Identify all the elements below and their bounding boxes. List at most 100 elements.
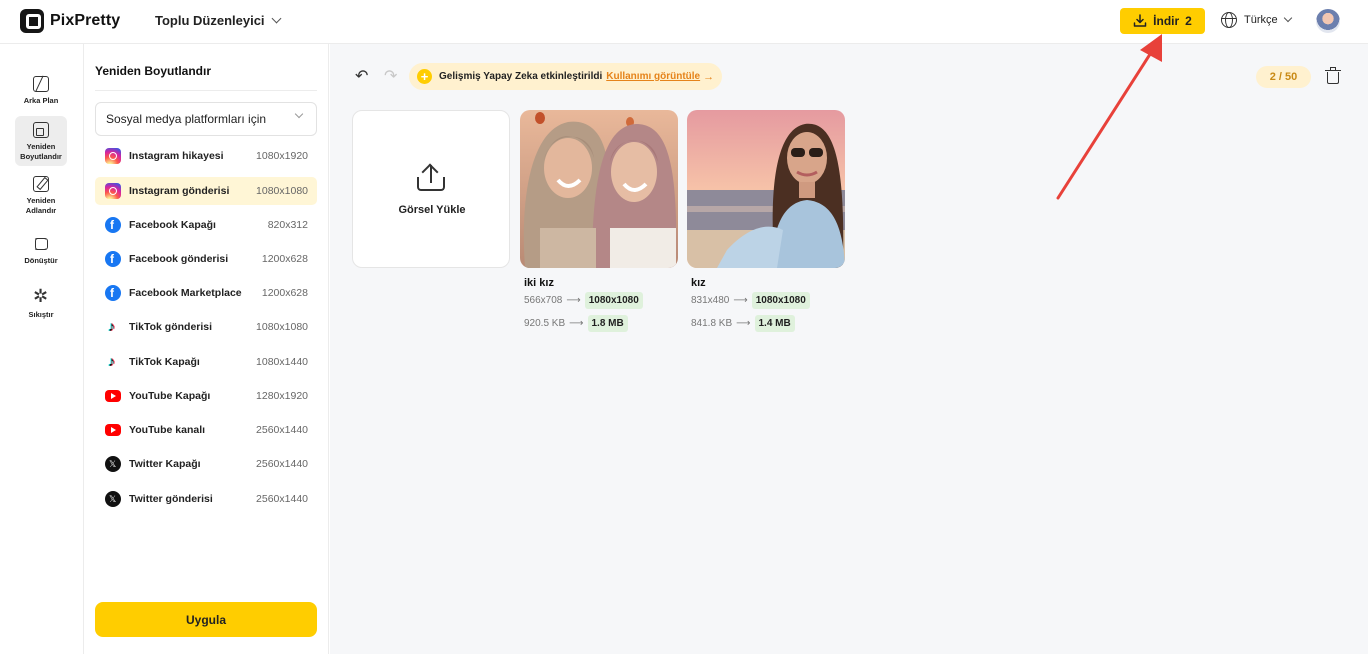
preset-size: 1280x1920 bbox=[256, 390, 308, 402]
image-thumbnail[interactable] bbox=[687, 110, 845, 268]
preset-instagram-story[interactable]: Instagram hikayesi 1080x1920 bbox=[95, 142, 317, 170]
original-dimensions: 566x708 bbox=[524, 295, 563, 306]
preset-instagram-post[interactable]: Instagram gönderisi 1080x1080 bbox=[95, 177, 317, 205]
preset-twitter-post[interactable]: Twitter gönderisi 2560x1440 bbox=[95, 485, 317, 513]
editor-mode-dropdown[interactable]: Toplu Düzenleyici bbox=[155, 13, 282, 28]
preset-youtube-cover[interactable]: YouTube Kapağı 1280x1920 bbox=[95, 382, 317, 410]
image-dimensions: 831x480 ⟶ 1080x1080 bbox=[691, 292, 810, 309]
facebook-icon bbox=[105, 285, 121, 301]
new-size-badge: 1.8 MB bbox=[587, 315, 628, 332]
panel-title: Yeniden Boyutlandır bbox=[95, 64, 212, 78]
editor-mode-label: Toplu Düzenleyici bbox=[155, 13, 265, 28]
new-dimensions-badge: 1080x1080 bbox=[751, 292, 810, 309]
edit-icon bbox=[33, 176, 49, 192]
arrow-right-icon: ⟶ bbox=[736, 318, 751, 329]
undo-icon[interactable]: ↶ bbox=[355, 69, 371, 85]
workspace: ↶ ↷ + Gelişmiş Yapay Zeka etkinleştirild… bbox=[330, 44, 1368, 654]
language-selector[interactable]: Türkçe bbox=[1221, 12, 1292, 28]
preset-size: 2560x1440 bbox=[256, 493, 308, 505]
platform-dropdown-value: Sosyal medya platformları için bbox=[106, 112, 267, 126]
convert-icon bbox=[33, 236, 49, 252]
two-girls-photo bbox=[520, 110, 678, 268]
user-avatar[interactable] bbox=[1316, 9, 1340, 33]
resize-icon bbox=[33, 122, 49, 138]
preset-name: YouTube kanalı bbox=[129, 424, 206, 436]
preset-twitter-cover[interactable]: Twitter Kapağı 2560x1440 bbox=[95, 450, 317, 478]
image-thumbnail[interactable] bbox=[520, 110, 678, 268]
app-name: PixPretty bbox=[50, 12, 121, 29]
image-file-size: 841.8 KB ⟶ 1.4 MB bbox=[691, 315, 795, 332]
x-icon bbox=[105, 491, 121, 507]
arrow-right-icon: → bbox=[703, 70, 715, 83]
new-size-badge: 1.4 MB bbox=[754, 315, 795, 332]
tiktok-icon bbox=[105, 318, 121, 335]
preset-size: 1080x1920 bbox=[256, 150, 308, 162]
chevron-down-icon bbox=[271, 13, 282, 24]
preset-name: Facebook Marketplace bbox=[129, 287, 242, 299]
top-bar: PixPretty Toplu Düzenleyici İndir 2 Türk… bbox=[0, 0, 1368, 44]
preset-name: Facebook gönderisi bbox=[129, 253, 229, 265]
preset-size: 820x312 bbox=[267, 219, 308, 231]
rail-item-convert[interactable]: Dönüştür bbox=[15, 230, 67, 266]
view-usage-link[interactable]: Kullanımı görüntüle bbox=[606, 71, 700, 82]
language-label: Türkçe bbox=[1244, 14, 1278, 26]
youtube-icon bbox=[105, 424, 121, 436]
preset-youtube-channel[interactable]: YouTube kanalı 2560x1440 bbox=[95, 416, 317, 444]
rail-item-compress[interactable]: Sıkıştır bbox=[15, 284, 67, 320]
image-file-size: 920.5 KB ⟶ 1.8 MB bbox=[524, 315, 628, 332]
chevron-down-icon bbox=[1283, 13, 1292, 23]
original-size: 920.5 KB bbox=[524, 318, 566, 329]
new-dimensions-badge: 1080x1080 bbox=[584, 292, 643, 309]
rail-item-resize[interactable]: Yeniden Boyutlandır bbox=[15, 116, 67, 166]
ai-status-text: Gelişmiş Yapay Zeka etkinleştirildi bbox=[439, 71, 603, 82]
upload-label: Görsel Yükle bbox=[398, 204, 466, 216]
preset-name: YouTube Kapağı bbox=[129, 390, 211, 402]
upload-icon bbox=[416, 163, 446, 193]
preset-facebook-marketplace[interactable]: Facebook Marketplace 1200x628 bbox=[95, 279, 317, 307]
rail-item-background[interactable]: Arka Plan bbox=[15, 70, 67, 106]
preset-facebook-post[interactable]: Facebook gönderisi 1200x628 bbox=[95, 245, 317, 273]
image-name: iki kız bbox=[524, 277, 554, 289]
trash-icon[interactable] bbox=[1325, 67, 1341, 84]
preset-tiktok-post[interactable]: TikTok gönderisi 1080x1080 bbox=[95, 313, 317, 341]
globe-icon bbox=[1221, 12, 1237, 28]
preset-size: 1200x628 bbox=[261, 287, 308, 299]
download-button[interactable]: İndir 2 bbox=[1120, 8, 1205, 34]
facebook-icon bbox=[105, 251, 121, 267]
preset-size: 1080x1080 bbox=[256, 321, 308, 333]
preset-facebook-cover[interactable]: Facebook Kapağı 820x312 bbox=[95, 211, 317, 239]
preset-tiktok-cover[interactable]: TikTok Kapağı 1080x1440 bbox=[95, 348, 317, 376]
instagram-icon bbox=[105, 183, 121, 199]
rail-item-label: Yeniden Boyutlandır bbox=[20, 142, 62, 161]
tool-rail: Arka Plan Yeniden Boyutlandır Yeniden Ad… bbox=[0, 44, 84, 654]
rail-item-label: Dönüştür bbox=[24, 256, 58, 265]
tiktok-icon bbox=[105, 353, 121, 370]
preset-name: TikTok gönderisi bbox=[129, 321, 213, 333]
preset-name: Twitter gönderisi bbox=[129, 493, 213, 505]
youtube-icon bbox=[105, 390, 121, 402]
apply-button[interactable]: Uygula bbox=[95, 602, 317, 637]
plus-icon: + bbox=[417, 69, 432, 84]
image-dimensions: 566x708 ⟶ 1080x1080 bbox=[524, 292, 643, 309]
upload-image-card[interactable]: Görsel Yükle bbox=[352, 110, 510, 268]
preset-name: Twitter Kapağı bbox=[129, 458, 201, 470]
download-label: İndir bbox=[1153, 14, 1180, 28]
arrow-right-icon: ⟶ bbox=[566, 295, 581, 306]
redo-icon[interactable]: ↷ bbox=[384, 69, 400, 85]
rail-item-label: Yeniden Adlandır bbox=[25, 196, 57, 215]
beach-woman-photo bbox=[687, 110, 845, 268]
resize-panel: Yeniden Boyutlandır Sosyal medya platfor… bbox=[84, 44, 329, 654]
app-logo[interactable]: PixPretty bbox=[20, 9, 120, 33]
preset-size: 2560x1440 bbox=[256, 424, 308, 436]
rail-item-rename[interactable]: Yeniden Adlandır bbox=[15, 170, 67, 218]
preset-size: 1080x1440 bbox=[256, 356, 308, 368]
preset-name: Facebook Kapağı bbox=[129, 219, 216, 231]
platform-dropdown[interactable]: Sosyal medya platformları için bbox=[95, 102, 317, 136]
x-icon bbox=[105, 456, 121, 472]
instagram-icon bbox=[105, 148, 121, 164]
preset-size: 1080x1080 bbox=[256, 185, 308, 197]
divider bbox=[95, 90, 317, 91]
arrow-right-icon: ⟶ bbox=[569, 318, 584, 329]
rail-item-label: Arka Plan bbox=[23, 96, 59, 105]
preset-name: Instagram gönderisi bbox=[129, 185, 230, 197]
